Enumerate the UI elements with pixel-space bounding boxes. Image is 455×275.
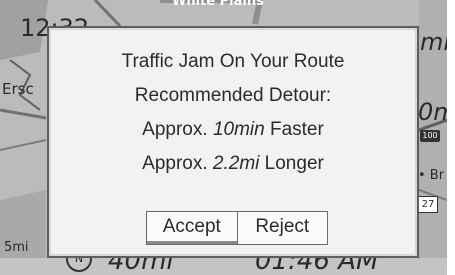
route-shield-27: 27 [418,196,438,213]
distance-readout-top: mi [420,28,447,56]
extra-distance-value: 2.2mi [212,153,260,174]
distance-readout-middle: 0mi [418,98,447,126]
reject-button[interactable]: Reject [238,212,328,244]
dialog-title: Traffic Jam On Your Route [121,51,345,72]
map-scale: 5mi [4,240,29,255]
traffic-detour-dialog: Traffic Jam On Your Route Recommended De… [47,26,419,258]
dialog-button-row: Accept Reject [146,211,328,245]
time-saving-value: 10min [212,119,265,140]
map-label-left: Ersc [2,80,34,98]
map-label-town: White Plains [172,0,264,9]
time-saving-line: Approx. 10min Faster [49,119,417,141]
extra-distance-suffix: Longer [264,153,324,174]
time-saving-prefix: Approx. [142,119,208,140]
navigation-screen: 12:32 White Plains Ersc mi 100 0mi • Br … [0,0,447,275]
accept-button[interactable]: Accept [147,212,238,244]
time-saving-suffix: Faster [269,119,324,140]
route-shield-100: 100 [420,130,440,142]
extra-distance-line: Approx. 2.2mi Longer [49,153,417,175]
map-label-road: • Br [418,168,445,183]
dialog-subtitle: Recommended Detour: [134,85,332,106]
extra-distance-prefix: Approx. [142,153,208,174]
